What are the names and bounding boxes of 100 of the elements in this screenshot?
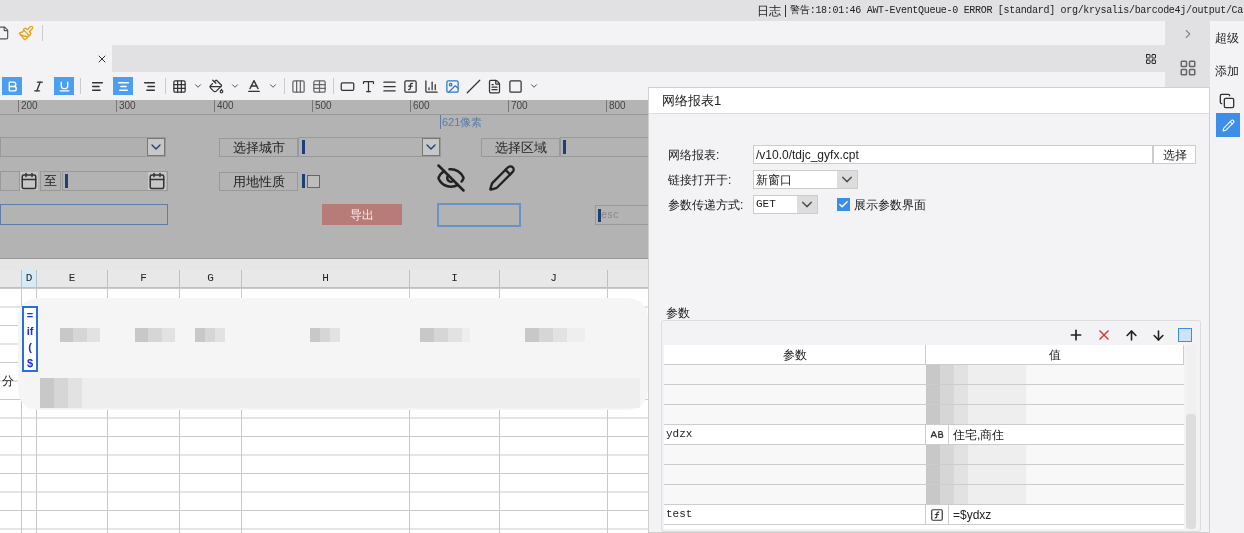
caret-icon[interactable] <box>193 81 203 91</box>
column-header: 参数 <box>664 345 926 364</box>
method-select[interactable]: GET <box>753 195 818 214</box>
copy-icon[interactable] <box>1219 93 1235 109</box>
align-center-button[interactable] <box>113 77 133 95</box>
checkbox-label: 展示参数界面 <box>854 196 926 214</box>
field-label: 选择城市 <box>219 138 298 157</box>
date-field[interactable] <box>0 171 20 191</box>
text-icon[interactable] <box>361 78 376 94</box>
merge-cells-icon[interactable] <box>291 78 306 94</box>
calendar-icon[interactable] <box>148 172 166 190</box>
pixelated-redaction-drawing <box>310 328 340 342</box>
delete-icon[interactable] <box>1096 327 1112 343</box>
field-label: 用地性质 <box>219 172 298 191</box>
field-label: 网络报表: <box>668 146 721 164</box>
align-center-icon <box>116 79 130 93</box>
slash-icon[interactable] <box>466 78 481 94</box>
underline-icon <box>57 79 71 93</box>
dropdown-icon[interactable] <box>147 138 165 156</box>
side-panel-item[interactable]: 添加 <box>1210 54 1244 87</box>
show-params-checkbox[interactable] <box>837 198 850 211</box>
selected-cell[interactable]: = if ( $ <box>22 306 38 372</box>
ruler-label: 300 <box>116 100 214 112</box>
column-header[interactable]: D <box>22 270 37 287</box>
status-message: 警告:18:01:46 AWT-EventQueue-0 ERROR [standard] org/krysalis/barcode4j/output/Ca <box>790 4 1243 18</box>
formula-icon[interactable] <box>403 78 418 94</box>
text-field[interactable] <box>560 137 650 157</box>
parameter-icon[interactable] <box>1178 328 1192 342</box>
cell-text: $ <box>26 356 34 370</box>
ruler-label: 400 <box>214 100 312 112</box>
pencil-icon <box>1221 118 1235 132</box>
sub-report-icon[interactable] <box>487 78 502 94</box>
ruler-label: 600 <box>410 100 508 112</box>
ruler-label: 700 <box>508 100 606 112</box>
paint-bucket-icon[interactable] <box>209 78 224 94</box>
cell-attributes-icon[interactable] <box>1178 59 1197 77</box>
frame-icon[interactable] <box>508 78 523 94</box>
field-label: 参数传递方式: <box>668 196 745 214</box>
log-label[interactable]: 日志 <box>757 1 782 20</box>
cell-text: if <box>26 324 34 338</box>
ruler-label: 200 <box>18 100 116 112</box>
add-icon[interactable] <box>1068 327 1084 343</box>
date-field[interactable] <box>62 171 168 191</box>
image-icon[interactable] <box>445 78 460 94</box>
paragraph-icon[interactable] <box>382 78 397 94</box>
pixelated-redaction-drawing <box>60 328 100 342</box>
underline-button[interactable] <box>54 77 74 95</box>
caret-icon[interactable] <box>268 81 278 91</box>
pixelated-redaction-drawing <box>420 328 470 342</box>
bold-button[interactable] <box>2 77 22 95</box>
eye-off-icon[interactable] <box>436 163 466 193</box>
column-header[interactable]: I <box>410 270 500 287</box>
choose-button[interactable]: 选择 <box>1153 145 1196 164</box>
field-label: 选择区域 <box>481 138 560 157</box>
caret-icon <box>837 171 857 188</box>
table-cell[interactable]: test <box>664 505 926 524</box>
document-icon[interactable] <box>0 26 10 40</box>
scrollbar[interactable] <box>1186 345 1196 529</box>
pixelated-redaction-drawing <box>525 328 585 342</box>
move-up-icon[interactable] <box>1124 327 1139 343</box>
text-field[interactable] <box>0 204 168 225</box>
caret-icon[interactable] <box>230 81 240 91</box>
formula-icon <box>930 507 944 522</box>
calendar-icon[interactable] <box>20 172 38 190</box>
cell-text: 分 <box>2 374 14 388</box>
caret-icon <box>797 196 817 213</box>
dropdown-icon[interactable] <box>422 138 440 156</box>
group-title: 参数 <box>666 306 691 320</box>
align-left-icon <box>90 79 104 93</box>
column-header[interactable]: F <box>108 270 180 287</box>
open-in-select[interactable]: 新窗口 <box>753 170 858 189</box>
ruler-label: 500 <box>312 100 410 112</box>
panel-toggle-icon[interactable] <box>1145 52 1157 65</box>
font-color-icon[interactable] <box>246 78 262 94</box>
border-icon[interactable] <box>172 78 187 94</box>
column-header[interactable]: E <box>37 270 108 287</box>
dropdown-field[interactable] <box>298 137 441 157</box>
side-panel-item[interactable]: 超级 <box>1210 21 1244 54</box>
pixelated-redaction-drawing <box>135 328 175 342</box>
checkbox[interactable] <box>307 175 320 188</box>
report-path-field[interactable]: /v10.0/tdjc_gyfx.cpt <box>753 145 1153 164</box>
check-icon <box>838 199 849 210</box>
table-row[interactable]: test =$ydxz <box>664 505 1184 525</box>
column-header[interactable]: H <box>242 270 410 287</box>
column-header: 值 <box>926 345 1184 364</box>
move-down-icon[interactable] <box>1151 327 1166 343</box>
table-cell[interactable]: ydzx <box>664 425 926 444</box>
split-cells-icon[interactable] <box>312 78 327 94</box>
pixelated-redaction-drawing <box>195 328 225 342</box>
caret-icon[interactable] <box>529 81 539 91</box>
range-separator-label: 至 <box>44 173 57 189</box>
bar-chart-icon[interactable] <box>424 78 439 94</box>
table-row[interactable]: ydzx 住宅,商住 <box>664 425 1184 445</box>
cell-text: = <box>26 308 34 322</box>
align-right-icon <box>142 79 156 93</box>
field-label: 链接打开于: <box>668 171 733 189</box>
column-header[interactable]: G <box>180 270 242 287</box>
column-header[interactable]: J <box>500 270 608 287</box>
pencil-icon[interactable] <box>488 164 516 192</box>
dropdown-field[interactable] <box>0 137 166 157</box>
